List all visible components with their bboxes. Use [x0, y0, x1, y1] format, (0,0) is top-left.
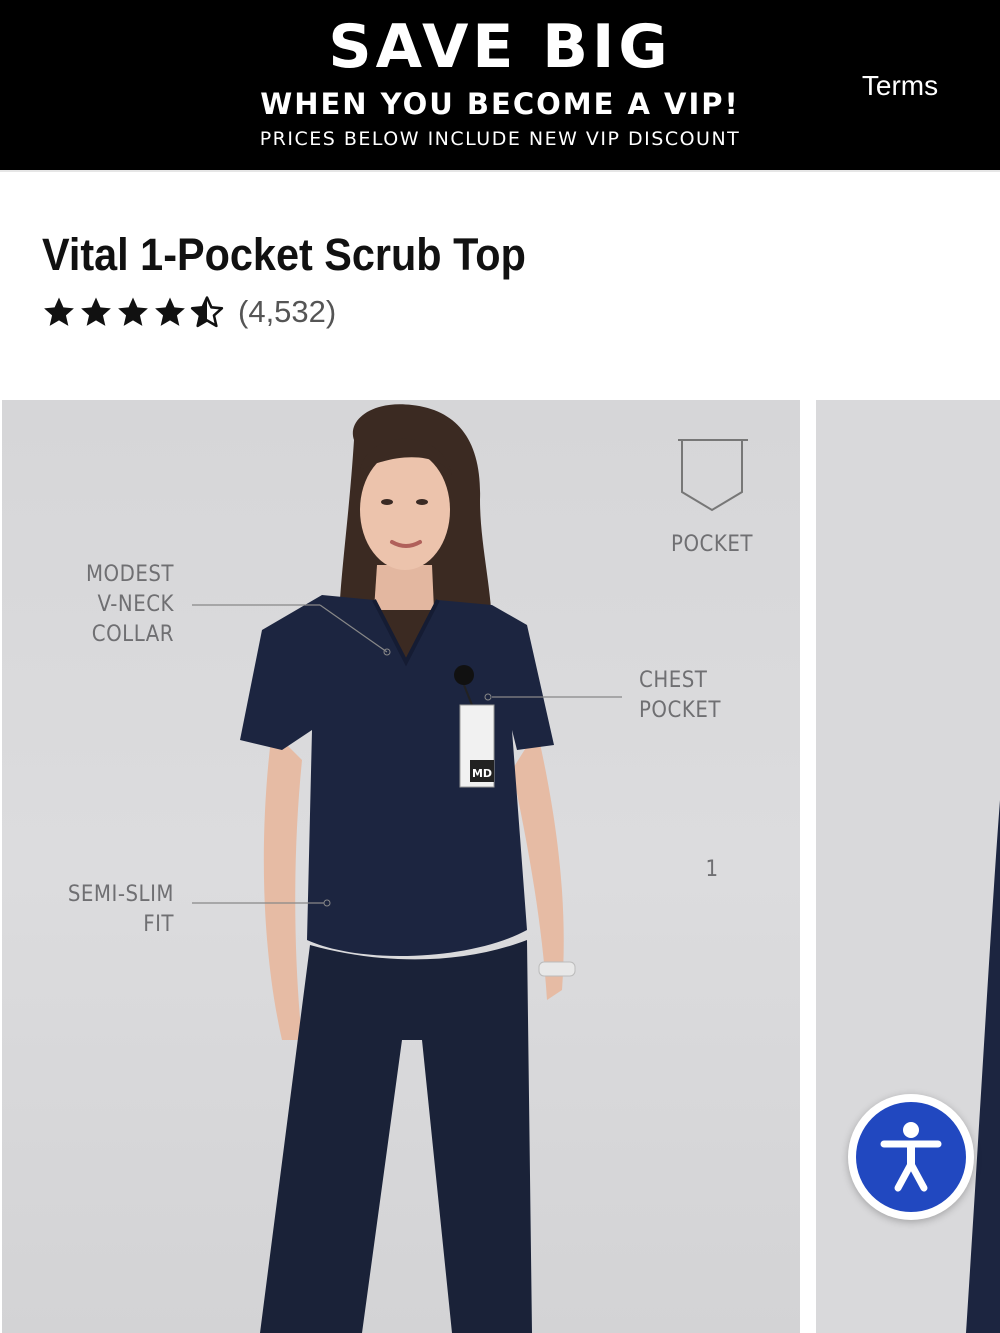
star-full-icon: [118, 297, 148, 326]
star-full-icon: [44, 297, 74, 326]
callout-chest-pocket: CHEST POCKET: [639, 666, 759, 726]
header-divider: [0, 170, 1000, 172]
callout-collar: MODEST V-NECK COLLAR: [42, 560, 174, 650]
star-half-icon: [190, 296, 224, 328]
product-title: Vital 1-Pocket Scrub Top: [42, 229, 526, 280]
promo-banner: SAVE BIG WHEN YOU BECOME A VIP! PRICES B…: [0, 0, 1000, 170]
product-image-gallery[interactable]: MD 1 POCKET MODEST V-NECK COLLAR CHEST P…: [0, 400, 1000, 1333]
product-image-main[interactable]: MD 1 POCKET MODEST V-NECK COLLAR CHEST P…: [2, 400, 800, 1333]
terms-link[interactable]: Terms: [850, 70, 950, 102]
star-full-icon: [155, 297, 185, 326]
badge-label: MD: [472, 767, 492, 780]
review-count[interactable]: (4,532): [238, 294, 336, 330]
accessibility-button-inner: [856, 1102, 966, 1212]
promo-note: PRICES BELOW INCLUDE NEW VIP DISCOUNT: [259, 128, 741, 150]
star-full-icon: [81, 297, 111, 326]
callout-fit-line2: FIT: [143, 912, 174, 937]
callout-chest-line1: CHEST: [639, 668, 708, 693]
product-rating[interactable]: (4,532): [42, 292, 336, 332]
rating-stars: [42, 295, 224, 329]
callout-collar-line3: COLLAR: [91, 622, 174, 647]
accessibility-button[interactable]: [848, 1094, 974, 1220]
callout-pocket-label: POCKET: [671, 532, 753, 557]
callout-collar-line2: V-NECK: [97, 592, 174, 617]
callout-fit: SEMI-SLIM FIT: [32, 880, 174, 940]
accessibility-person-icon: [880, 1122, 942, 1192]
callout-collar-line1: MODEST: [85, 562, 174, 587]
callout-chest-line2: POCKET: [639, 698, 721, 723]
pocket-count: 1: [705, 857, 719, 882]
callout-fit-line1: SEMI-SLIM: [67, 882, 174, 907]
